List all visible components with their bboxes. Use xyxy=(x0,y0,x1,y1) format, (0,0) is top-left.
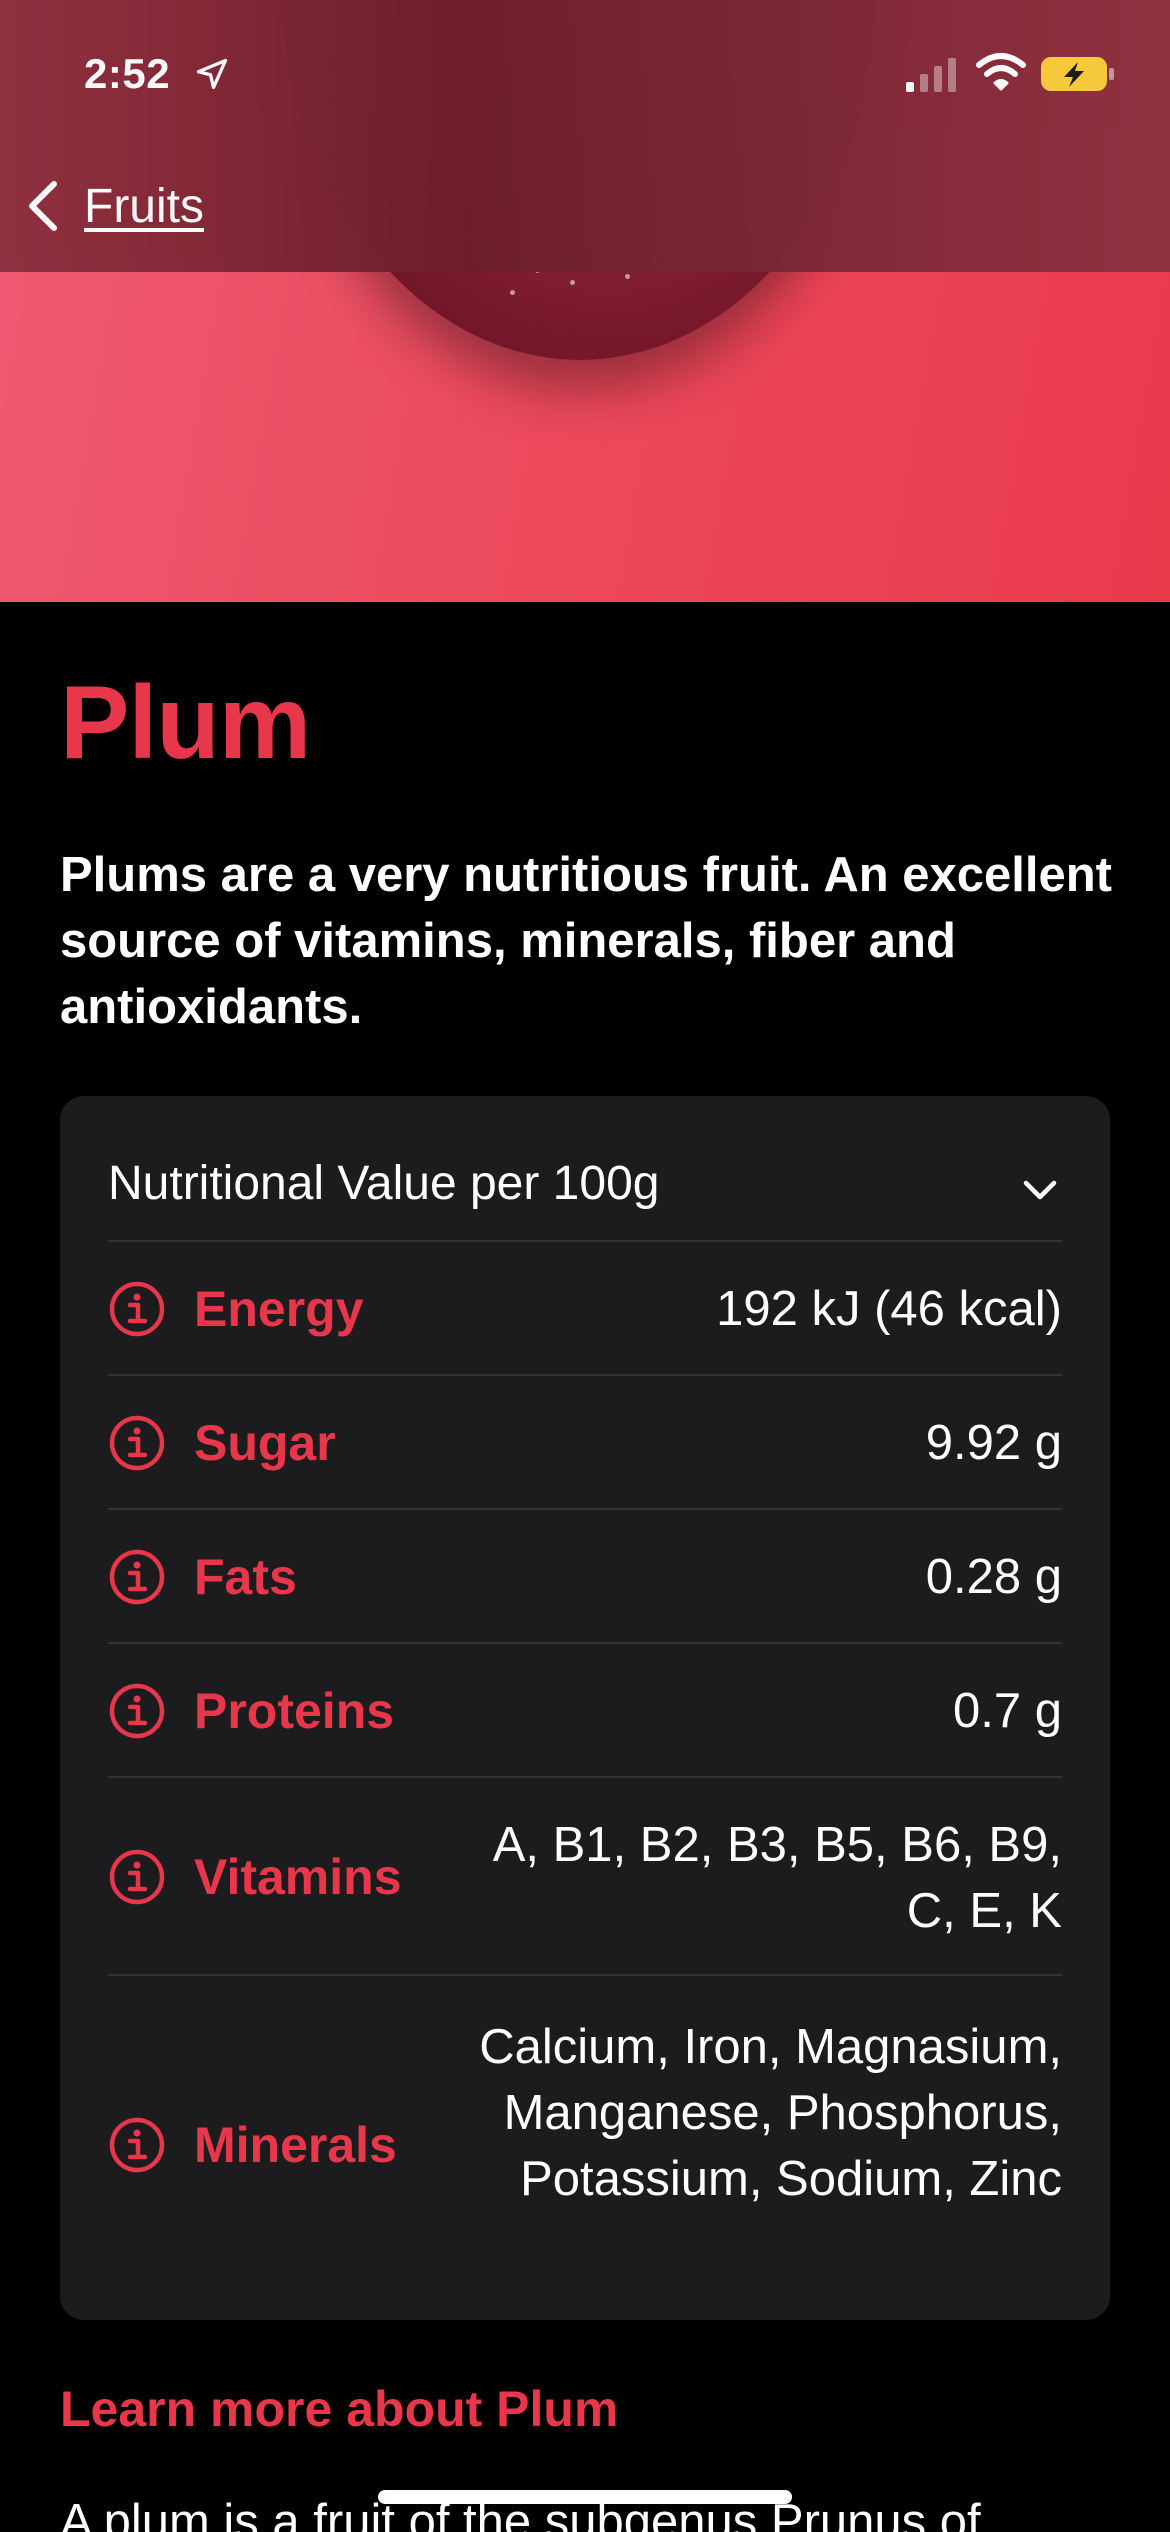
nutrition-row-proteins: Proteins 0.7 g xyxy=(108,1644,1062,1778)
fruit-description: Plums are a very nutritious fruit. An ex… xyxy=(60,848,1112,1034)
info-icon[interactable] xyxy=(108,2116,166,2174)
back-button-label: Fruits xyxy=(84,179,204,233)
status-time: 2:52 xyxy=(84,50,171,97)
nutrition-label: Sugar xyxy=(194,1415,336,1471)
info-icon[interactable] xyxy=(108,1414,166,1472)
info-icon[interactable] xyxy=(108,1548,166,1606)
wifi-icon xyxy=(976,53,1026,91)
nutrition-header-title: Nutritional Value per 100g xyxy=(108,1157,660,1210)
nutrition-label: Proteins xyxy=(194,1683,395,1739)
chevron-down-icon xyxy=(1023,1180,1057,1200)
page-title: Plum xyxy=(60,665,311,781)
nutrition-label: Vitamins xyxy=(194,1849,402,1905)
nutrition-label: Fats xyxy=(194,1549,297,1605)
nutrition-value: A, B1, B2, B3, B5, B6, B9, C, E, K xyxy=(492,1818,1062,1938)
navigation-bar: 2:52 Fruits xyxy=(0,0,1170,272)
nutrition-value: 192 kJ (46 kcal) xyxy=(716,1282,1062,1336)
screen: 2:52 Fruits Plum Plums are a very nutrit… xyxy=(0,0,1170,2532)
nutrition-row-fats: Fats 0.28 g xyxy=(108,1510,1062,1644)
nutrition-disclosure-header[interactable]: Nutritional Value per 100g xyxy=(108,1096,1062,1242)
nutrition-value: 9.92 g xyxy=(925,1416,1062,1470)
home-indicator[interactable] xyxy=(378,2490,792,2504)
nutrition-value: 0.7 g xyxy=(953,1684,1062,1738)
status-bar: 2:52 xyxy=(0,0,1170,150)
nutrition-row-energy: Energy 192 kJ (46 kcal) xyxy=(108,1242,1062,1376)
info-icon[interactable] xyxy=(108,1848,166,1906)
nutrition-card: Nutritional Value per 100g Energy 192 kJ… xyxy=(60,1096,1110,2320)
learn-more-heading: Learn more about Plum xyxy=(60,2381,619,2437)
nutrition-value: 0.28 g xyxy=(925,1550,1062,1604)
location-arrow-icon xyxy=(196,58,228,90)
nutrition-value: Calcium, Iron, Magnasium, Manganese, Pho… xyxy=(479,2020,1062,2206)
info-icon[interactable] xyxy=(108,1280,166,1338)
chevron-left-icon xyxy=(29,181,57,231)
nutrition-row-sugar: Sugar 9.92 g xyxy=(108,1376,1062,1510)
info-icon[interactable] xyxy=(108,1682,166,1740)
battery-charging-icon xyxy=(1041,57,1114,91)
cellular-signal-icon xyxy=(906,58,956,92)
nutrition-label: Energy xyxy=(194,1281,364,1337)
nutrition-row-vitamins: Vitamins A, B1, B2, B3, B5, B6, B9, C, E… xyxy=(108,1778,1062,1976)
back-button[interactable]: Fruits xyxy=(24,176,204,236)
nutrition-label: Minerals xyxy=(194,2117,397,2173)
nutrition-row-minerals: Minerals Calcium, Iron, Magnasium, Manga… xyxy=(108,1976,1062,2316)
